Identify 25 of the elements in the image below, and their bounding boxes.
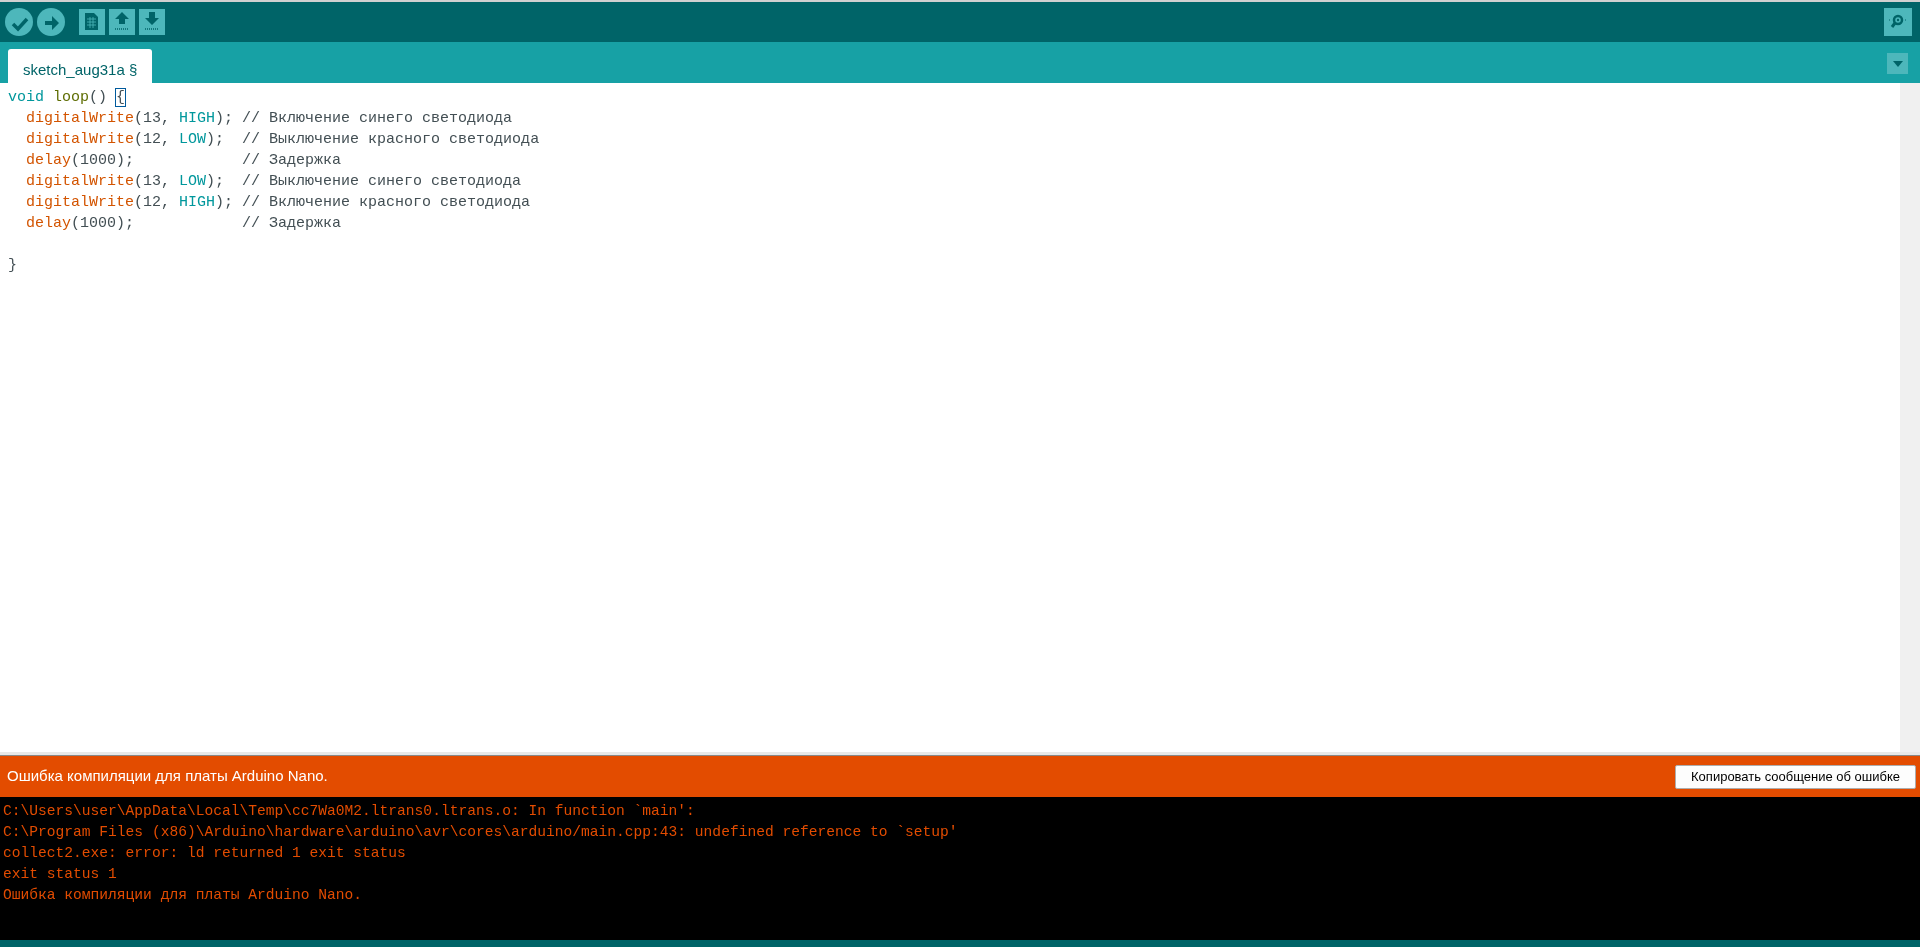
dropdown-icon [1892,60,1903,67]
copy-error-button[interactable]: Копировать сообщение об ошибке [1675,764,1916,789]
code-line: digitalWrite(12, HIGH); // Включение красного светодиода [25,193,532,213]
scrollbar[interactable] [1900,83,1920,752]
error-message: Ошибка компиляции для платы Arduino Nano. [7,766,328,787]
code-line: delay(1000); // Задержка [25,214,343,234]
code-line: digitalWrite(13, HIGH); // Включение синего светодиода [25,109,514,129]
code-line: } [8,256,18,276]
code-line: void loop() { [8,88,127,108]
sketch-tab[interactable]: sketch_aug31a § [8,49,153,83]
console-line: C:\Users\user\AppData\Local\Temp\cc7Wa0M2.ltrans0.ltrans.o: In function `main': [3,802,696,821]
console-line: C:\Program Files (x86)\Arduino\hardware\arduino\avr\cores\arduino/main.cpp:43: undefined reference to `setup' [3,823,959,842]
code-line: delay(1000); // Задержка [25,151,343,171]
open-button[interactable] [109,9,135,35]
upload-button[interactable] [37,8,65,36]
code-line: digitalWrite(12, LOW); // Выключение красного светодиода [25,130,541,150]
save-button[interactable] [139,9,165,35]
console-line: Ошибка компиляции для платы Arduino Nano. [3,886,364,905]
console-line: exit status 1 [3,865,118,884]
console-line: collect2.exe: error: ld returned 1 exit status [3,844,407,863]
search-button[interactable] [1884,8,1912,36]
new-file-button[interactable] [79,9,105,35]
code-line: digitalWrite(13, LOW); // Выключение синего светодиода [25,172,523,192]
verify-button[interactable] [5,8,33,36]
tab-menu-button[interactable] [1887,53,1908,74]
